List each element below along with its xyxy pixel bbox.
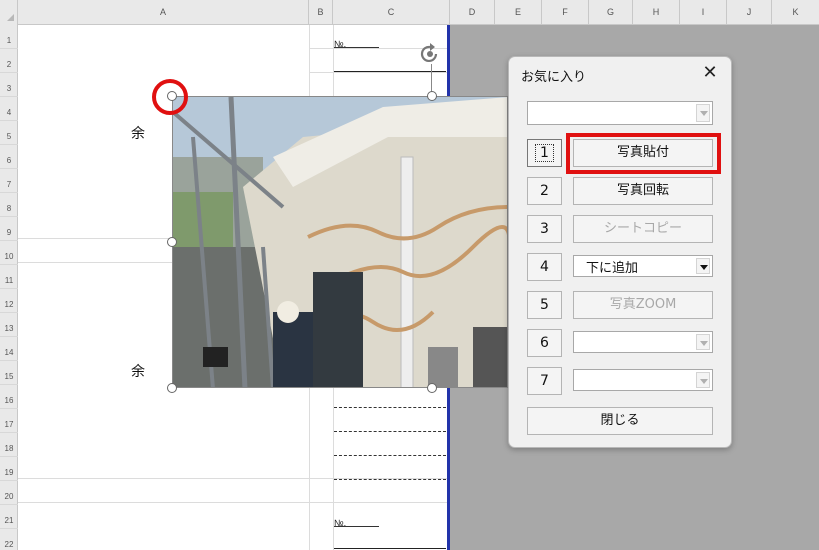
- highlight-circle: [152, 79, 188, 115]
- rotate-handle-icon[interactable]: [418, 42, 442, 66]
- chevron-down-icon[interactable]: [696, 372, 710, 388]
- dotted-line: [334, 479, 446, 480]
- number-button-6[interactable]: 6: [527, 329, 562, 357]
- column-header-b[interactable]: B: [309, 0, 333, 25]
- row-header-10[interactable]: 10: [0, 241, 18, 265]
- row-header-21[interactable]: 21: [0, 505, 18, 529]
- highlight-box: [566, 133, 721, 174]
- column-header-h[interactable]: H: [633, 0, 680, 25]
- excel-window: A B C D E F G H I J K 1 2 3 4 5 6 7 8 9 …: [0, 0, 819, 550]
- close-icon[interactable]: ✕: [699, 62, 721, 84]
- gridline: [309, 72, 447, 73]
- row-header: 1 2 3 4 5 6 7 8 9 10 11 12 13 14 15 16 1…: [0, 25, 18, 550]
- row-header-2[interactable]: 2: [0, 49, 18, 73]
- resize-handle-top[interactable]: [427, 91, 437, 101]
- row-header-5[interactable]: 5: [0, 121, 18, 145]
- row-header-18[interactable]: 18: [0, 433, 18, 457]
- dialog-title: お気に入り: [521, 70, 587, 85]
- column-header-j[interactable]: J: [727, 0, 772, 25]
- row-header-8[interactable]: 8: [0, 193, 18, 217]
- row-header-12[interactable]: 12: [0, 289, 18, 313]
- cell-a14-text: 余: [131, 364, 145, 380]
- column-header-d[interactable]: D: [450, 0, 495, 25]
- column-header-a[interactable]: A: [18, 0, 309, 25]
- row-header-3[interactable]: 3: [0, 73, 18, 97]
- add-below-select[interactable]: 下に追加: [573, 255, 713, 277]
- row-header-17[interactable]: 17: [0, 409, 18, 433]
- resize-handle-bottom[interactable]: [427, 383, 437, 393]
- cell-a4-text: 余: [131, 126, 145, 142]
- row-header-20[interactable]: 20: [0, 481, 18, 505]
- number-label: 1: [535, 144, 554, 162]
- inserted-photo[interactable]: [172, 96, 508, 388]
- row-header-4[interactable]: 4: [0, 97, 18, 121]
- dotted-line: [334, 431, 446, 432]
- number-underline: [334, 526, 379, 527]
- number-button-3[interactable]: 3: [527, 215, 562, 243]
- form-line: [334, 71, 446, 72]
- row-header-1[interactable]: 1: [0, 25, 18, 49]
- number-button-1[interactable]: 1: [527, 139, 562, 167]
- column-header-i[interactable]: I: [680, 0, 727, 25]
- resize-handle-bottom-left[interactable]: [167, 383, 177, 393]
- chevron-down-icon[interactable]: [696, 258, 710, 274]
- sheet-copy-button[interactable]: シートコピー: [573, 215, 713, 243]
- column-header-c[interactable]: C: [333, 0, 450, 25]
- row-header-11[interactable]: 11: [0, 265, 18, 289]
- form-line: [334, 548, 446, 549]
- close-button[interactable]: 閉じる: [527, 407, 713, 435]
- add-below-value: 下に追加: [586, 261, 639, 276]
- top-combo-box[interactable]: [527, 101, 713, 125]
- column-header-f[interactable]: F: [542, 0, 589, 25]
- column-header: A B C D E F G H I J K: [0, 0, 819, 25]
- row-header-16[interactable]: 16: [0, 385, 18, 409]
- slot-6-select[interactable]: [573, 331, 713, 353]
- row-header-9[interactable]: 9: [0, 217, 18, 241]
- row-header-22[interactable]: 22: [0, 529, 18, 550]
- chevron-down-icon[interactable]: [696, 334, 710, 350]
- favorites-dialog: お気に入り ✕ 1 写真貼付 2 写真回転 3 シートコピー 4 下に追加 5 …: [508, 56, 732, 448]
- row-header-7[interactable]: 7: [0, 169, 18, 193]
- row-header-15[interactable]: 15: [0, 361, 18, 385]
- row-header-19[interactable]: 19: [0, 457, 18, 481]
- number-button-5[interactable]: 5: [527, 291, 562, 319]
- number-button-7[interactable]: 7: [527, 367, 562, 395]
- number-button-2[interactable]: 2: [527, 177, 562, 205]
- column-header-e[interactable]: E: [495, 0, 542, 25]
- column-header-g[interactable]: G: [589, 0, 633, 25]
- select-all-corner[interactable]: [0, 0, 18, 25]
- rotate-photo-button[interactable]: 写真回転: [573, 177, 713, 205]
- dotted-line: [334, 407, 446, 408]
- gridline: [18, 502, 447, 503]
- row-header-14[interactable]: 14: [0, 337, 18, 361]
- row-header-6[interactable]: 6: [0, 145, 18, 169]
- slot-7-select[interactable]: [573, 369, 713, 391]
- photo-zoom-button[interactable]: 写真ZOOM: [573, 291, 713, 319]
- number-underline: [334, 47, 379, 48]
- resize-handle-left[interactable]: [167, 237, 177, 247]
- column-header-k[interactable]: K: [772, 0, 819, 25]
- chevron-down-icon[interactable]: [696, 104, 710, 122]
- number-button-4[interactable]: 4: [527, 253, 562, 281]
- dotted-line: [334, 455, 446, 456]
- row-header-13[interactable]: 13: [0, 313, 18, 337]
- photo-image-icon: [173, 97, 507, 387]
